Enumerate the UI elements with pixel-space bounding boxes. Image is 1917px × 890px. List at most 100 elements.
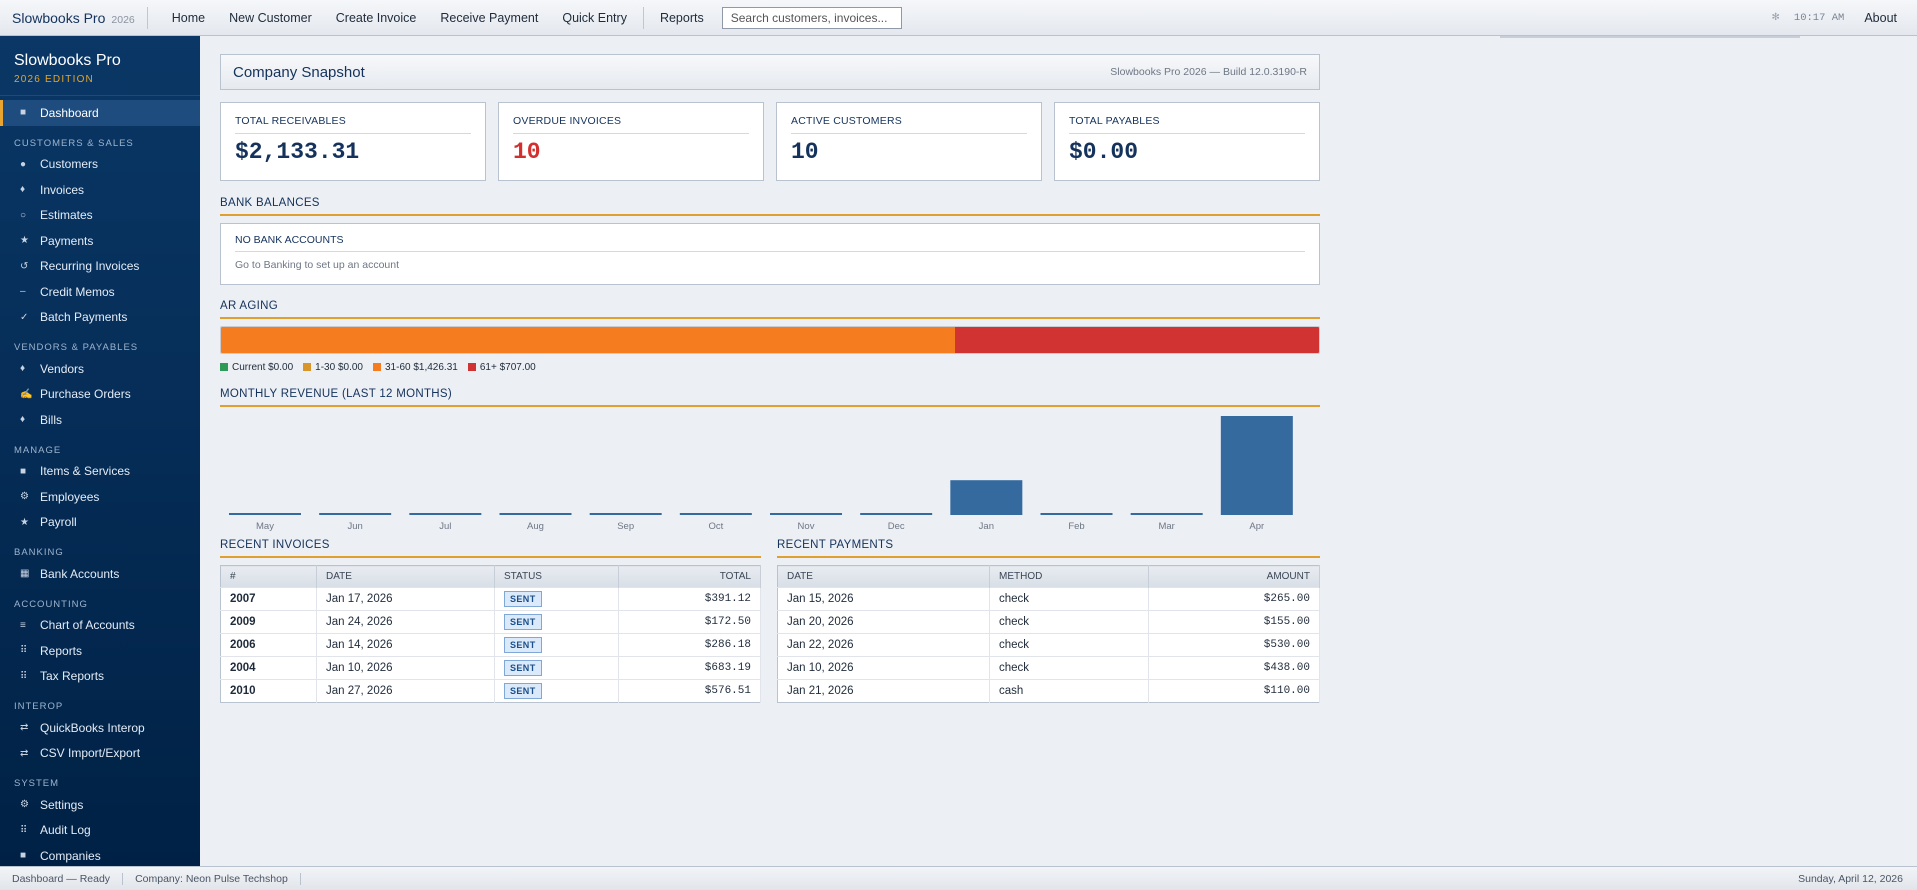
revenue-bar	[1130, 513, 1203, 515]
col-header-method[interactable]: METHOD	[989, 565, 1149, 588]
sidebar-item-estimates[interactable]: ○ Estimates	[0, 203, 200, 229]
sidebar-item-tax-reports[interactable]: ⠿ Tax Reports	[0, 664, 200, 690]
gear-icon[interactable]: ✻	[1772, 12, 1780, 23]
lines-icon: ≡	[20, 619, 26, 631]
sidebar-item-reports[interactable]: ⠿ Reports	[0, 638, 200, 664]
sidebar-item-employees[interactable]: ⚙ Employees	[0, 484, 200, 510]
status-date: Sunday, April 12, 2026	[1798, 872, 1903, 885]
sidebar-item-invoices[interactable]: ♦ Invoices	[0, 177, 200, 203]
stat-value: 10	[791, 139, 819, 165]
sidebar-section-title: Customers & Sales	[14, 137, 134, 149]
revenue-bar	[589, 513, 662, 515]
invoice-number: 2004	[220, 656, 317, 680]
menu-new-customer[interactable]: New Customer	[217, 11, 324, 25]
sidebar-item-bank-accounts[interactable]: ▦ Bank Accounts	[0, 561, 200, 587]
table-row[interactable]: 2007 Jan 17, 2026 SENT $391.12	[220, 587, 761, 611]
diamond-icon: ♦	[20, 414, 26, 426]
sidebar-item-chart-of-accounts[interactable]: ≡ Chart of Accounts	[0, 613, 200, 639]
payment-date: Jan 20, 2026	[777, 610, 990, 634]
sidebar-item-batch-payments[interactable]: ✓ Batch Payments	[0, 305, 200, 331]
sidebar-item-purchase-orders[interactable]: ✍ Purchase Orders	[0, 382, 200, 408]
col-header-status[interactable]: STATUS	[494, 565, 619, 588]
dots-icon: ⠿	[20, 824, 28, 836]
month-label: Feb	[1068, 521, 1084, 532]
dots-icon: ⠿	[20, 670, 28, 682]
table-row[interactable]: Jan 10, 2026 check $438.00	[777, 656, 1320, 680]
table-row[interactable]: 2010 Jan 27, 2026 SENT $576.51	[220, 679, 761, 703]
menu-quick-entry[interactable]: Quick Entry	[550, 11, 639, 25]
sidebar-item-payroll[interactable]: ★ Payroll	[0, 510, 200, 536]
sidebar-item-customers[interactable]: ● Customers	[0, 152, 200, 178]
table-row[interactable]: 2004 Jan 10, 2026 SENT $683.19	[220, 656, 761, 680]
col-header-total[interactable]: TOTAL	[618, 565, 761, 588]
col-header-amount[interactable]: AMOUNT	[1148, 565, 1320, 588]
sidebar-item-settings[interactable]: ⚙ Settings	[0, 792, 200, 818]
revenue-bar	[1220, 416, 1293, 515]
sidebar-item-csv-import-export[interactable]: ⇄ CSV Import/Export	[0, 741, 200, 767]
menu-receive-payment[interactable]: Receive Payment	[428, 11, 550, 25]
sidebar-item-audit-log[interactable]: ⠿ Audit Log	[0, 818, 200, 844]
sidebar-item-companies[interactable]: ■ Companies	[0, 843, 200, 866]
stat-label: TOTAL PAYABLES	[1069, 115, 1305, 134]
sidebar-item-label: Dashboard	[40, 105, 99, 120]
sidebar-item-credit-memos[interactable]: – Credit Memos	[0, 279, 200, 305]
table-row[interactable]: Jan 21, 2026 cash $110.00	[777, 679, 1320, 703]
table-row[interactable]: Jan 15, 2026 check $265.00	[777, 587, 1320, 611]
sidebar-item-dashboard[interactable]: ■ Dashboard	[0, 100, 200, 126]
sidebar-item-quickbooks-interop[interactable]: ⇄ QuickBooks Interop	[0, 715, 200, 741]
table-row[interactable]: Jan 20, 2026 check $155.00	[777, 610, 1320, 634]
month-label: Jan	[979, 521, 994, 532]
payment-amount: $265.00	[1148, 587, 1320, 611]
col-header-number[interactable]: #	[220, 565, 317, 588]
sidebar-item-label: Bank Accounts	[40, 566, 120, 581]
ar-aging-legend: Current $0.00 1-30 $0.00 31-60 $1,426.31 61…	[220, 362, 1320, 373]
invoice-total: $391.12	[618, 587, 761, 611]
menu-reports[interactable]: Reports	[648, 11, 716, 25]
sidebar-item-label: Chart of Accounts	[40, 618, 135, 633]
status-badge: SENT	[504, 591, 542, 607]
sidebar-section-title: Accounting	[14, 598, 88, 610]
table-row[interactable]: 2009 Jan 24, 2026 SENT $172.50	[220, 610, 761, 634]
table-row[interactable]: 2006 Jan 14, 2026 SENT $286.18	[220, 633, 761, 657]
sidebar-item-vendors[interactable]: ♦ Vendors	[0, 356, 200, 382]
sidebar-item-payments[interactable]: ★ Payments	[0, 228, 200, 254]
gear-icon: ⚙	[20, 799, 29, 811]
stat-value: $2,133.31	[235, 139, 360, 165]
col-header-date[interactable]: DATE	[316, 565, 495, 588]
about-menu[interactable]: About	[1864, 11, 1917, 25]
invoice-status-cell: SENT	[494, 610, 619, 634]
recent-invoices: RECENT INVOICES # DATE STATUS TOTAL 2007…	[220, 539, 761, 703]
menu-home[interactable]: Home	[160, 11, 217, 25]
revenue-bar	[860, 513, 933, 515]
sidebar-item-label: Employees	[40, 489, 100, 504]
legend-swatch	[372, 363, 381, 371]
menu-create-invoice[interactable]: Create Invoice	[324, 11, 429, 25]
invoices-table: # DATE STATUS TOTAL 2007 Jan 17, 2026 SE…	[220, 565, 761, 703]
legend-item: 61+ $707.00	[467, 362, 536, 373]
table-header-row: DATE METHOD AMOUNT	[777, 565, 1320, 588]
revenue-chart-svg: May Jun Jul Aug Sep Oct Nov Dec Jan Feb Mar Apr	[229, 416, 1293, 532]
sidebar-item-recurring-invoices[interactable]: ↺ Recurring Invoices	[0, 254, 200, 280]
sidebar-item-label: Reports	[40, 643, 83, 658]
legend-swatch	[303, 363, 312, 371]
stat-cards: TOTAL RECEIVABLES $2,133.31 OVERDUE INVOI…	[220, 102, 1320, 181]
refresh-icon: ↺	[20, 260, 29, 272]
app-name: Slowbooks Pro	[12, 9, 106, 26]
search-input[interactable]	[721, 6, 902, 29]
clock: 10:17 AM	[1793, 11, 1845, 24]
stat-active-customers: ACTIVE CUSTOMERS 10	[776, 102, 1042, 181]
sidebar-item-bills[interactable]: ♦ Bills	[0, 407, 200, 433]
sidebar-item-items-services[interactable]: ■ Items & Services	[0, 459, 200, 485]
col-header-date[interactable]: DATE	[777, 565, 990, 588]
month-label: May	[256, 521, 274, 532]
section-title-ar-aging: AR AGING	[220, 300, 1320, 319]
grid-icon: ▦	[20, 568, 30, 580]
stat-total-payables: TOTAL PAYABLES $0.00	[1054, 102, 1320, 181]
payments-table-body: Jan 15, 2026 check $265.00 Jan 20, 2026 c…	[777, 587, 1320, 703]
table-row[interactable]: Jan 22, 2026 check $530.00	[777, 633, 1320, 657]
legend-label: 61+ $707.00	[479, 362, 536, 373]
legend-swatch	[467, 363, 476, 371]
month-label: Sep	[617, 521, 634, 532]
sidebar-item-label: Vendors	[40, 361, 85, 376]
invoice-status-cell: SENT	[494, 633, 619, 657]
